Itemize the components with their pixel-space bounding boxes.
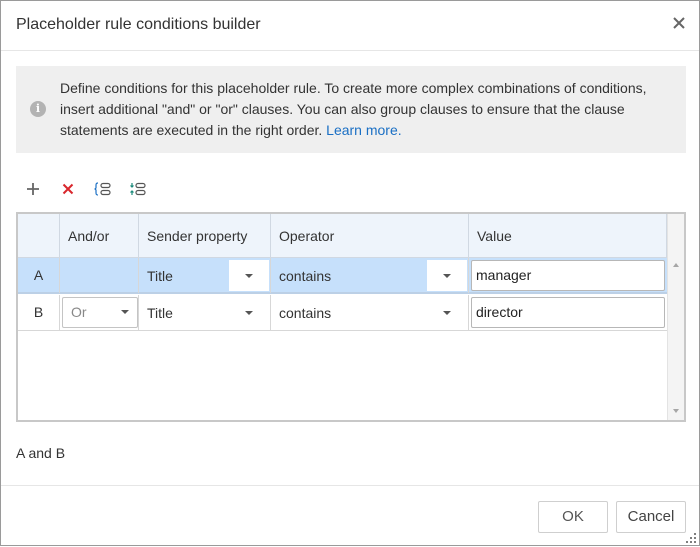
delete-icon[interactable] xyxy=(58,179,78,199)
andor-value: Or xyxy=(71,304,87,320)
chevron-down-icon[interactable] xyxy=(427,297,467,328)
ok-button[interactable]: OK xyxy=(538,501,608,533)
sender-property-value: Title xyxy=(147,268,173,284)
conditions-builder-dialog: Placeholder rule conditions builder i De… xyxy=(0,0,700,546)
ungroup-icon[interactable] xyxy=(128,179,148,199)
sender-property-dropdown[interactable]: Title xyxy=(139,296,270,329)
table-row[interactable]: A Title contains manager xyxy=(18,258,667,294)
scroll-down-icon[interactable] xyxy=(673,409,679,413)
dialog-footer: OK Cancel xyxy=(1,485,699,545)
scroll-thumb[interactable] xyxy=(672,274,680,394)
value-input[interactable]: director xyxy=(471,297,665,328)
chevron-down-icon[interactable] xyxy=(427,260,467,291)
chevron-down-icon[interactable] xyxy=(121,310,129,314)
info-icon: i xyxy=(30,101,46,117)
row-letter: B xyxy=(18,295,60,330)
operator-value: contains xyxy=(279,305,332,321)
conditions-grid: And/or Sender property Operator Value A … xyxy=(16,212,686,422)
dialog-header: Placeholder rule conditions builder xyxy=(1,1,699,51)
operator-dropdown[interactable]: contains xyxy=(271,296,468,329)
info-banner: i Define conditions for this placeholder… xyxy=(16,66,686,153)
value-cell: director xyxy=(469,295,667,330)
row-letter: A xyxy=(18,258,60,293)
grid-header: And/or Sender property Operator Value xyxy=(18,214,667,258)
property-cell: Title xyxy=(139,295,271,330)
column-header-value[interactable]: Value xyxy=(469,214,667,258)
scroll-up-icon[interactable] xyxy=(673,263,679,267)
column-header-sender-property[interactable]: Sender property xyxy=(139,214,271,258)
andor-dropdown[interactable]: Or xyxy=(62,297,138,328)
dialog-title: Placeholder rule conditions builder xyxy=(16,16,261,33)
add-icon[interactable] xyxy=(23,179,43,199)
group-icon[interactable] xyxy=(93,179,113,199)
sender-property-dropdown[interactable]: Title xyxy=(139,259,270,292)
conditions-toolbar xyxy=(23,179,163,199)
chevron-down-icon[interactable] xyxy=(229,260,269,291)
operator-value: contains xyxy=(279,268,332,284)
condition-expression: A and B xyxy=(16,445,66,461)
close-icon[interactable] xyxy=(671,15,687,31)
cancel-button[interactable]: Cancel xyxy=(616,501,686,533)
resize-grip-icon[interactable] xyxy=(685,531,697,543)
operator-cell: contains xyxy=(271,258,469,293)
sender-property-value: Title xyxy=(147,305,173,321)
value-cell: manager xyxy=(469,258,667,293)
andor-cell xyxy=(60,258,139,293)
andor-cell: Or xyxy=(60,295,139,330)
value-input[interactable]: manager xyxy=(471,260,665,291)
column-header-letter xyxy=(18,214,60,258)
column-header-andor[interactable]: And/or xyxy=(60,214,139,258)
table-row[interactable]: B Or Title contains director xyxy=(18,295,667,331)
property-cell: Title xyxy=(139,258,271,293)
learn-more-link[interactable]: Learn more. xyxy=(326,122,401,138)
column-header-operator[interactable]: Operator xyxy=(271,214,469,258)
chevron-down-icon[interactable] xyxy=(229,297,269,328)
operator-dropdown[interactable]: contains xyxy=(271,259,468,292)
info-text: Define conditions for this placeholder r… xyxy=(60,78,684,141)
operator-cell: contains xyxy=(271,295,469,330)
grid-scrollbar[interactable] xyxy=(667,214,684,420)
